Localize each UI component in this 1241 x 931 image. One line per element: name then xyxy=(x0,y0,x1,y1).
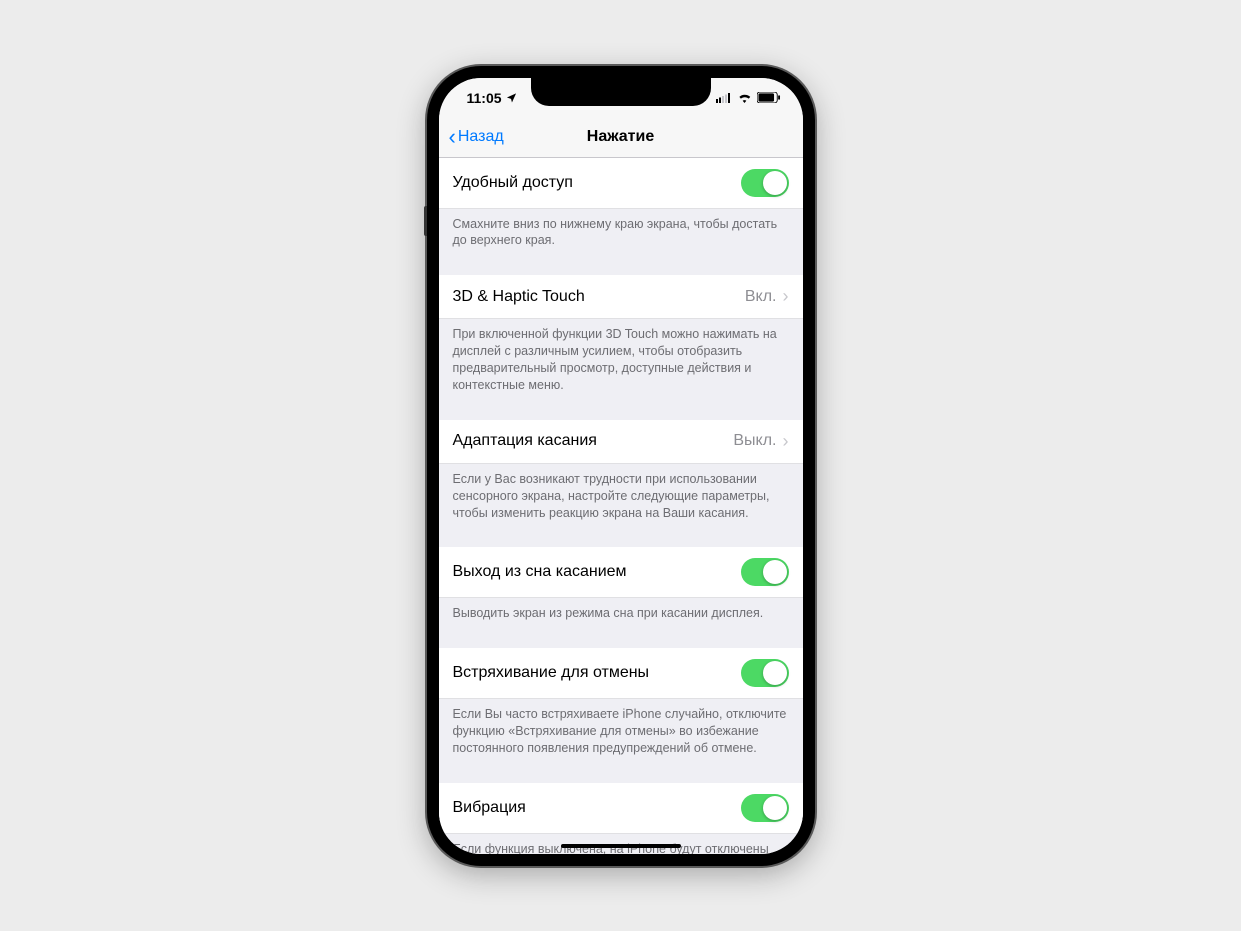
shake-toggle[interactable] xyxy=(741,659,789,687)
location-icon xyxy=(506,90,517,106)
tapwake-label: Выход из сна касанием xyxy=(453,563,627,581)
reachability-label: Удобный доступ xyxy=(453,174,573,192)
vibration-toggle[interactable] xyxy=(741,794,789,822)
phone-screen: 11:05 ‹ Назад На xyxy=(439,78,803,854)
tapwake-toggle[interactable] xyxy=(741,558,789,586)
accommodation-label: Адаптация касания xyxy=(453,432,597,450)
back-label: Назад xyxy=(458,128,504,146)
vibration-label: Вибрация xyxy=(453,799,526,817)
chevron-right-icon: › xyxy=(783,286,789,307)
reachability-footer: Смахните вниз по нижнему краю экрана, чт… xyxy=(439,209,803,258)
chevron-right-icon: › xyxy=(783,431,789,452)
wifi-icon xyxy=(737,92,752,103)
shake-label: Встряхивание для отмены xyxy=(453,664,650,682)
accommodation-value: Выкл. xyxy=(733,432,776,450)
row-haptic-touch[interactable]: 3D & Haptic Touch Вкл. › xyxy=(439,275,803,319)
accommodation-footer: Если у Вас возникают трудности при испол… xyxy=(439,464,803,530)
row-shake-undo[interactable]: Встряхивание для отмены xyxy=(439,648,803,699)
haptic-value: Вкл. xyxy=(745,288,777,306)
shake-footer: Если Вы часто встряхиваете iPhone случай… xyxy=(439,699,803,765)
notch xyxy=(531,78,711,106)
home-indicator[interactable] xyxy=(561,844,681,848)
haptic-footer: При включенной функции 3D Touch можно на… xyxy=(439,319,803,402)
row-vibration[interactable]: Вибрация xyxy=(439,783,803,834)
haptic-label: 3D & Haptic Touch xyxy=(453,288,585,306)
back-button[interactable]: ‹ Назад xyxy=(449,126,504,148)
nav-bar: ‹ Назад Нажатие xyxy=(439,118,803,158)
reachability-toggle[interactable] xyxy=(741,169,789,197)
settings-content[interactable]: Удобный доступ Смахните вниз по нижнему … xyxy=(439,158,803,854)
row-touch-accommodation[interactable]: Адаптация касания Выкл. › xyxy=(439,420,803,464)
tapwake-footer: Выводить экран из режима сна при касании… xyxy=(439,598,803,630)
row-tap-to-wake[interactable]: Выход из сна касанием xyxy=(439,547,803,598)
chevron-left-icon: ‹ xyxy=(449,126,456,148)
battery-icon xyxy=(757,92,781,103)
phone-frame: 11:05 ‹ Назад На xyxy=(427,66,815,866)
cellular-icon xyxy=(716,90,732,106)
row-reachability[interactable]: Удобный доступ xyxy=(439,158,803,209)
status-time: 11:05 xyxy=(467,90,502,106)
